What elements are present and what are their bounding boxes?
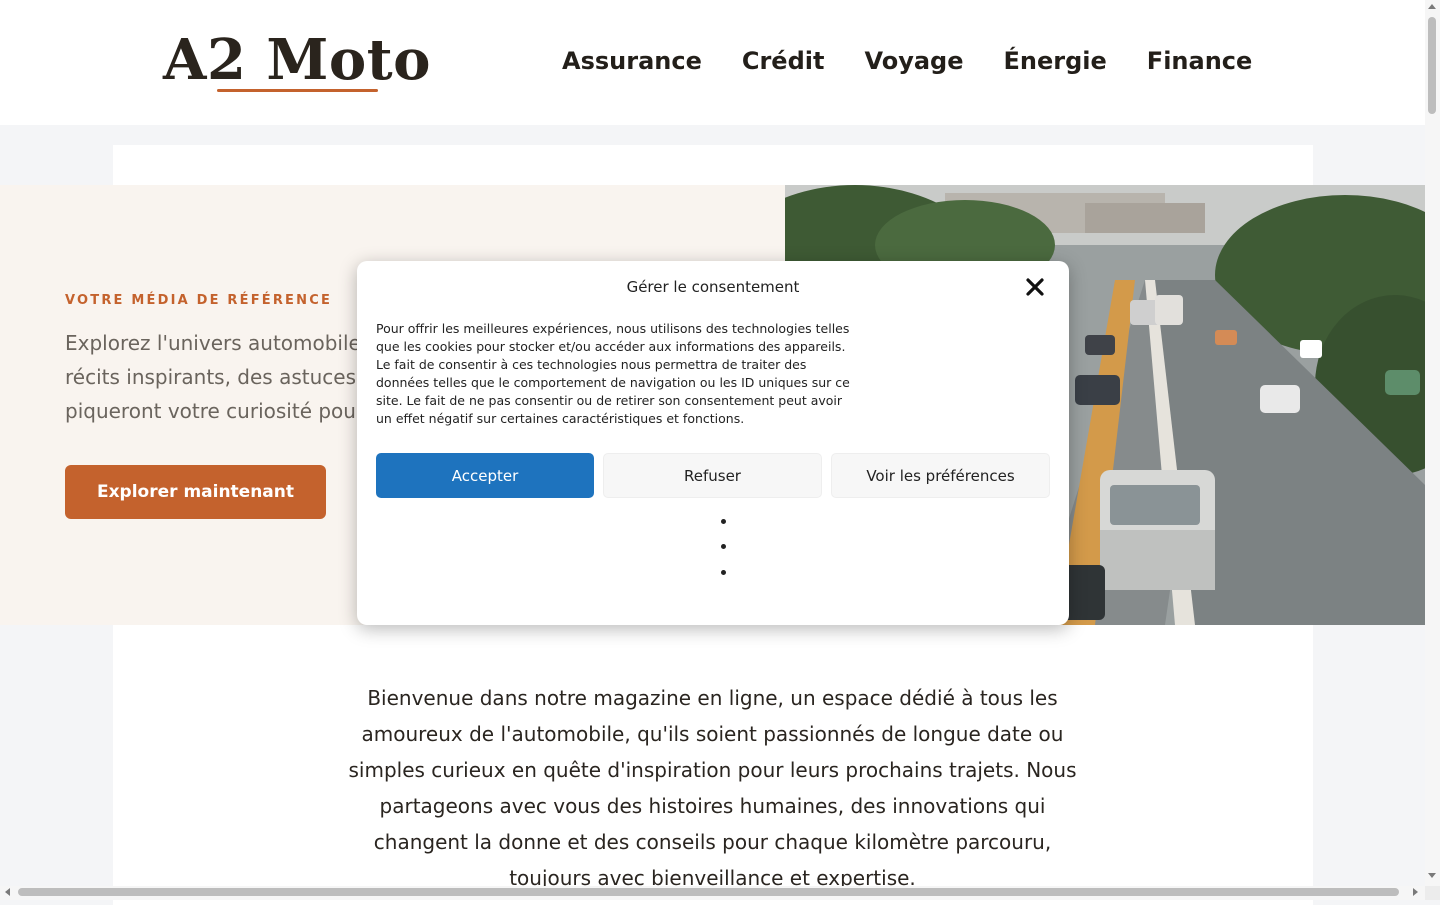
list-bullet: [721, 519, 726, 524]
list-bullet: [721, 544, 726, 549]
nav-item-credit[interactable]: Crédit: [742, 44, 825, 78]
consent-title: Gérer le consentement: [626, 278, 800, 296]
vertical-scrollbar-thumb[interactable]: [1428, 17, 1436, 114]
consent-body: Pour offrir les meilleures expériences, …: [376, 321, 850, 426]
vertical-scrollbar[interactable]: [1425, 0, 1440, 886]
intro-paragraph: Bienvenue dans notre magazine en ligne, …: [348, 686, 1077, 890]
preferences-button[interactable]: Voir les préférences: [831, 453, 1050, 498]
scroll-down-arrow-icon[interactable]: [1428, 873, 1436, 878]
close-icon[interactable]: [1023, 275, 1047, 299]
logo-underline: [217, 89, 378, 92]
site-header: A2 Moto Assurance Crédit Voyage Énergie …: [0, 0, 1425, 125]
explore-button[interactable]: Explorer maintenant: [65, 465, 326, 519]
scroll-up-arrow-icon[interactable]: [1428, 4, 1436, 9]
scroll-left-arrow-icon[interactable]: [5, 888, 10, 896]
list-bullet: [721, 570, 726, 575]
site-logo[interactable]: A2 Moto: [163, 26, 431, 94]
nav-item-finance[interactable]: Finance: [1147, 44, 1253, 78]
accept-button[interactable]: Accepter: [376, 453, 594, 498]
consent-dialog: Gérer le consentement Pour offrir les me…: [357, 261, 1069, 625]
main-nav: Assurance Crédit Voyage Énergie Finance: [562, 44, 1292, 78]
scrollbar-corner: [1425, 886, 1440, 900]
nav-item-voyage[interactable]: Voyage: [864, 44, 963, 78]
nav-item-assurance[interactable]: Assurance: [562, 44, 702, 78]
nav-item-energie[interactable]: Énergie: [1004, 44, 1107, 78]
horizontal-scrollbar-thumb[interactable]: [18, 888, 1399, 896]
hero-kicker: VOTRE MÉDIA DE RÉFÉRENCE: [65, 293, 333, 308]
refuse-button[interactable]: Refuser: [603, 453, 822, 498]
hero-text: Explorez l'univers automobile récits ins…: [65, 331, 361, 423]
scroll-right-arrow-icon[interactable]: [1413, 888, 1418, 896]
